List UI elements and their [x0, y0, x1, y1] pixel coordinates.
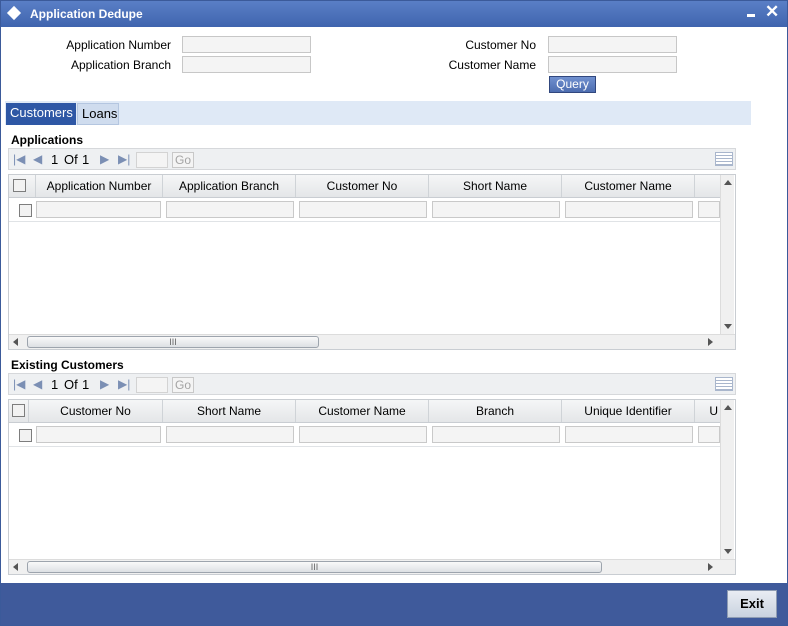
- last-page-icon[interactable]: ▶|: [118, 377, 130, 391]
- col-unique-identifier[interactable]: Unique Identifier: [562, 400, 695, 422]
- cell-input[interactable]: [299, 426, 427, 443]
- customer-no-label: Customer No: [465, 38, 536, 52]
- vertical-scrollbar[interactable]: [720, 400, 734, 559]
- last-page-icon[interactable]: ▶|: [118, 152, 130, 166]
- customer-no-input[interactable]: [548, 36, 677, 53]
- customer-name-label: Customer Name: [448, 58, 536, 72]
- col-short-name[interactable]: Short Name: [163, 400, 296, 422]
- cell-input[interactable]: [166, 426, 294, 443]
- col-customer-no[interactable]: Customer No: [29, 400, 163, 422]
- scroll-right-icon[interactable]: [708, 338, 713, 346]
- col-application-number[interactable]: Application Number: [36, 175, 163, 197]
- scroll-up-icon[interactable]: [724, 405, 732, 410]
- horizontal-scrollbar[interactable]: III: [9, 559, 735, 574]
- select-all-checkbox[interactable]: [13, 179, 26, 192]
- total-pages: 1: [82, 377, 90, 392]
- select-all-cell: [9, 400, 29, 422]
- cell-input[interactable]: [565, 426, 693, 443]
- window-title: Application Dedupe: [30, 7, 143, 21]
- minimize-icon[interactable]: [747, 14, 755, 17]
- cell-input[interactable]: [36, 201, 161, 218]
- application-number-input[interactable]: [182, 36, 311, 53]
- footer-bar: [1, 583, 787, 625]
- next-page-icon[interactable]: ▶: [100, 152, 109, 166]
- page-number-input[interactable]: [136, 152, 168, 168]
- query-button[interactable]: Query: [549, 76, 596, 93]
- existing-customers-pager: |◀ ◀ 1 Of 1 ▶ ▶| Go: [8, 373, 736, 395]
- col-short-name[interactable]: Short Name: [429, 175, 562, 197]
- existing-customers-grid: Customer No Short Name Customer Name Bra…: [8, 399, 736, 575]
- col-customer-name[interactable]: Customer Name: [296, 400, 429, 422]
- horizontal-scrollbar[interactable]: III: [9, 334, 735, 349]
- scroll-down-icon[interactable]: [724, 549, 732, 554]
- go-button[interactable]: Go: [172, 377, 194, 393]
- applications-grid: Application Number Application Branch Cu…: [8, 174, 736, 350]
- scroll-right-icon[interactable]: [708, 563, 713, 571]
- application-branch-label: Application Branch: [70, 58, 171, 72]
- tab-strip: Customers Loans: [5, 101, 751, 125]
- tab-customers[interactable]: Customers: [6, 103, 76, 125]
- col-customer-no[interactable]: Customer No: [296, 175, 429, 197]
- col-application-branch[interactable]: Application Branch: [163, 175, 296, 197]
- cell-input[interactable]: [432, 201, 560, 218]
- cell-input[interactable]: [299, 201, 427, 218]
- existing-customers-header: Customer No Short Name Customer Name Bra…: [9, 400, 720, 423]
- applications-title: Applications: [11, 133, 84, 147]
- of-label: Of: [64, 152, 78, 167]
- application-branch-input[interactable]: [182, 56, 311, 73]
- exit-button[interactable]: Exit: [727, 590, 777, 618]
- cell-input[interactable]: [166, 201, 294, 218]
- customer-name-input[interactable]: [548, 56, 677, 73]
- scroll-down-icon[interactable]: [724, 324, 732, 329]
- current-page: 1: [51, 152, 59, 167]
- title-bar: Application Dedupe ✕: [1, 1, 787, 27]
- first-page-icon[interactable]: |◀: [13, 152, 25, 166]
- cell-input[interactable]: [698, 201, 720, 218]
- col-customer-name[interactable]: Customer Name: [562, 175, 695, 197]
- existing-customers-title: Existing Customers: [11, 358, 124, 372]
- scroll-thumb[interactable]: III: [27, 336, 319, 348]
- vertical-scrollbar[interactable]: [720, 175, 734, 334]
- scroll-left-icon[interactable]: [13, 563, 18, 571]
- prev-page-icon[interactable]: ◀: [33, 377, 42, 391]
- of-label: Of: [64, 377, 78, 392]
- row-checkbox[interactable]: [19, 429, 32, 442]
- tab-loans[interactable]: Loans: [77, 103, 119, 125]
- select-all-cell: [9, 175, 36, 197]
- scroll-up-icon[interactable]: [724, 180, 732, 185]
- go-button[interactable]: Go: [172, 152, 194, 168]
- applications-header: Application Number Application Branch Cu…: [9, 175, 720, 198]
- list-view-icon[interactable]: [715, 377, 733, 391]
- scroll-left-icon[interactable]: [13, 338, 18, 346]
- prev-page-icon[interactable]: ◀: [33, 152, 42, 166]
- close-icon[interactable]: ✕: [765, 3, 779, 21]
- page-number-input[interactable]: [136, 377, 168, 393]
- first-page-icon[interactable]: |◀: [13, 377, 25, 391]
- applications-pager: |◀ ◀ 1 Of 1 ▶ ▶| Go: [8, 148, 736, 170]
- select-all-checkbox[interactable]: [12, 404, 25, 417]
- application-number-label: Application Number: [66, 38, 171, 52]
- table-row[interactable]: [9, 423, 720, 447]
- application-dedupe-window: Application Dedupe ✕ Application Number …: [0, 0, 788, 626]
- current-page: 1: [51, 377, 59, 392]
- window-diamond-icon: [6, 5, 22, 21]
- cell-input[interactable]: [432, 426, 560, 443]
- cell-input[interactable]: [36, 426, 161, 443]
- table-row[interactable]: [9, 198, 720, 222]
- next-page-icon[interactable]: ▶: [100, 377, 109, 391]
- list-view-icon[interactable]: [715, 152, 733, 166]
- col-branch[interactable]: Branch: [429, 400, 562, 422]
- col-truncated[interactable]: U: [695, 400, 720, 422]
- scroll-thumb[interactable]: III: [27, 561, 602, 573]
- total-pages: 1: [82, 152, 90, 167]
- row-checkbox[interactable]: [19, 204, 32, 217]
- cell-input[interactable]: [698, 426, 720, 443]
- cell-input[interactable]: [565, 201, 693, 218]
